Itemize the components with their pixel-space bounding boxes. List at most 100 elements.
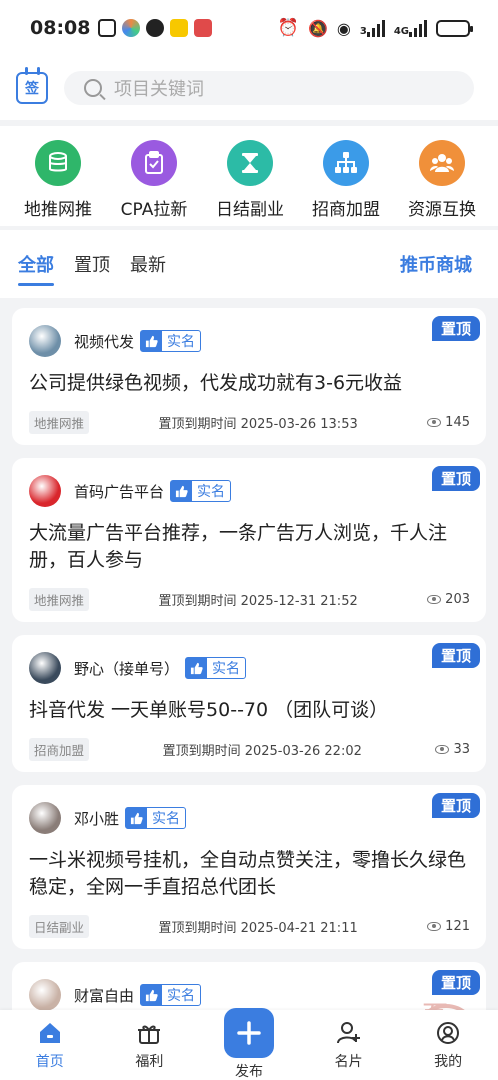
verified-badge: 实名 [140, 330, 202, 352]
category-tag: 招商加盟 [29, 737, 90, 761]
status-time: 08:08 [30, 17, 91, 39]
verified-badge: 实名 [140, 984, 202, 1006]
status-right: ⏰ 🔕 ◉ 3 4G [277, 18, 473, 38]
search-icon [84, 79, 102, 97]
post-card[interactable]: 置顶邓小胜 实名一斗米视频号挂机，全自动点赞关注，零撸长久绿色稳定，全网一手直招总… [12, 785, 486, 949]
verified-label: 实名 [167, 988, 196, 1004]
category-3[interactable]: 日结副业 [202, 140, 298, 226]
publish-button[interactable] [223, 1008, 274, 1058]
category-label: 资源互换 [408, 200, 476, 220]
pinned-badge: 置顶 [431, 970, 480, 995]
category-label: CPA拉新 [120, 200, 188, 220]
category-label: 日结副业 [216, 200, 284, 220]
hotspot-icon: ◉ [336, 18, 351, 38]
poster-name[interactable]: 邓小胜 [74, 808, 119, 829]
tab-all[interactable]: 全部 [18, 230, 54, 298]
nav-welfare[interactable]: 福利 [109, 1020, 189, 1071]
nav-publish[interactable]: 发布 [209, 1008, 289, 1080]
category-label: 地推网推 [24, 200, 92, 220]
home-icon [39, 1023, 60, 1043]
nfc-icon [98, 19, 117, 37]
eye-icon [427, 921, 442, 931]
thumbs-up-icon [141, 985, 163, 1005]
search-row: 签 项目关键词 [0, 56, 498, 120]
poster-name[interactable]: 野心（接单号） [74, 658, 179, 679]
pinned-badge: 置顶 [431, 793, 480, 818]
category-2[interactable]: CPA拉新 [106, 140, 202, 226]
eye-icon [427, 417, 442, 427]
category-4[interactable]: 招商加盟 [298, 140, 394, 226]
signal-bars-icon [366, 19, 385, 37]
coin-mall-link[interactable]: 推币商城 [400, 251, 472, 277]
post-footer: 招商加盟 置顶到期时间 2025-03-26 22:02 33 [29, 737, 470, 761]
meituan-icon [170, 19, 189, 37]
post-footer: 日结副业 置顶到期时间 2025-04-21 21:11 121 [29, 914, 470, 938]
plus-icon [237, 1021, 261, 1045]
eye-icon [435, 744, 450, 754]
alarm-icon: ⏰ [277, 18, 299, 38]
database-icon [35, 140, 81, 186]
post-title[interactable]: 一斗米视频号挂机，全自动点赞关注，零撸长久绿色稳定，全网一手直招总代团长 [29, 847, 470, 901]
verified-label: 实名 [167, 334, 196, 350]
user-icon [437, 1022, 460, 1044]
post-header: 首码广告平台 实名 [29, 474, 470, 508]
verified-label: 实名 [212, 661, 241, 677]
view-count: 203 [427, 592, 470, 607]
category-tag: 地推网推 [29, 410, 90, 434]
verified-badge: 实名 [125, 807, 187, 829]
poster-name[interactable]: 首码广告平台 [74, 481, 164, 502]
search-placeholder: 项目关键词 [114, 79, 204, 100]
notification-icons [98, 19, 213, 37]
category-5[interactable]: 资源互换 [394, 140, 490, 226]
category-1[interactable]: 地推网推 [10, 140, 106, 226]
bottom-nav: 首页 福利 发布 名片 我的 [0, 1008, 498, 1080]
sim1-signal: 3 [360, 19, 385, 37]
feed-tabs: 全部 置顶 最新 推币商城 [0, 230, 498, 298]
verified-label: 实名 [197, 484, 226, 500]
tab-pinned[interactable]: 置顶 [74, 230, 110, 298]
sim2-signal: 4G [394, 19, 427, 37]
nav-mine[interactable]: 我的 [408, 1020, 488, 1071]
clipboard-check-icon [131, 140, 177, 186]
verified-badge: 实名 [170, 480, 232, 502]
battery-icon [436, 19, 473, 37]
eye-icon [427, 594, 442, 604]
post-footer: 地推网推 置顶到期时间 2025-03-26 13:53 145 [29, 410, 470, 434]
pinned-badge: 置顶 [431, 466, 480, 491]
post-card[interactable]: 置顶 首码广告平台 实名 大流量广告平台推荐，一条广告万人浏览，千人注册，百人参与 地推… [12, 458, 486, 622]
category-label: 招商加盟 [312, 200, 380, 220]
nav-home[interactable]: 首页 [10, 1020, 90, 1071]
view-count: 121 [427, 919, 470, 934]
avatar[interactable] [29, 652, 61, 684]
post-card[interactable]: 置顶 视频代发 实名 公司提供绿色视频，代发成功就有3-6元收益 地推网推 置顶到期时间 … [12, 308, 486, 445]
view-count-value: 121 [445, 918, 470, 934]
avatar[interactable] [29, 475, 61, 507]
add-person-icon [336, 1022, 360, 1044]
signal-bars-icon [409, 19, 427, 37]
avatar[interactable] [29, 979, 61, 1011]
avatar[interactable] [29, 802, 61, 834]
pin-expire-time: 置顶到期时间 2025-03-26 13:53 [158, 416, 358, 432]
nav-card[interactable]: 名片 [309, 1020, 389, 1071]
thumbs-up-icon [126, 808, 148, 828]
sign-in-calendar-icon[interactable]: 签 [16, 67, 48, 104]
hourglass-icon [227, 140, 273, 186]
wechat-icon [146, 19, 165, 37]
view-count: 33 [435, 742, 470, 757]
post-card[interactable]: 置顶 野心（接单号） 实名 抖音代发 一天单账号50--70 （团队可谈） 招商加盟 置顶… [12, 635, 486, 772]
poster-name[interactable]: 视频代发 [74, 331, 134, 352]
post-title[interactable]: 公司提供绿色视频，代发成功就有3-6元收益 [29, 370, 470, 397]
poster-name[interactable]: 财富自由 [74, 985, 134, 1006]
verified-label: 实名 [152, 811, 181, 827]
pin-expire-time: 置顶到期时间 2025-04-21 21:11 [158, 920, 358, 936]
post-title[interactable]: 大流量广告平台推荐，一条广告万人浏览，千人注册，百人参与 [29, 520, 470, 574]
post-feed: 置顶 视频代发 实名 公司提供绿色视频，代发成功就有3-6元收益 地推网推 置顶到期时间 … [0, 298, 498, 1022]
category-row: 地推网推 CPA拉新 日结副业 招商加盟 资源互换 [0, 126, 498, 226]
avatar[interactable] [29, 325, 61, 357]
status-bar: 08:08 ⏰ 🔕 ◉ 3 4G [0, 0, 498, 56]
search-input[interactable]: 项目关键词 [64, 71, 474, 105]
post-title[interactable]: 抖音代发 一天单账号50--70 （团队可谈） [29, 697, 470, 724]
tab-latest[interactable]: 最新 [130, 230, 166, 298]
post-header: 视频代发 实名 [29, 324, 470, 358]
thumbs-up-icon [171, 481, 193, 501]
